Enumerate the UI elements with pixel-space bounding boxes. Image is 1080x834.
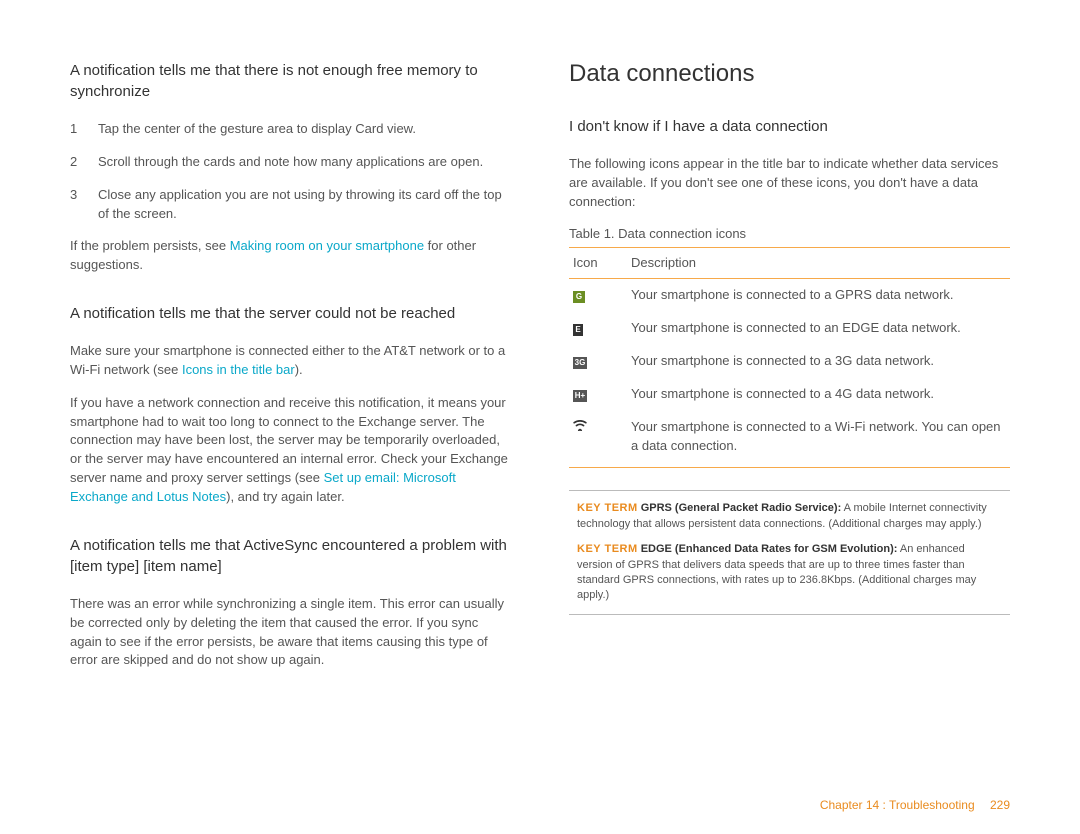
edge-icon: E [573,324,583,336]
section-memory: A notification tells me that there is no… [70,60,511,275]
th-icon: Icon [569,247,627,279]
right-column: Data connections I don't know if I have … [569,60,1010,804]
heading: A notification tells me that there is no… [70,60,511,102]
three-g-icon: 3G [573,357,587,369]
th-desc: Description [627,247,1010,279]
page: A notification tells me that there is no… [0,0,1080,834]
left-column: A notification tells me that there is no… [70,60,511,804]
section-data-connection: I don't know if I have a data connection… [569,116,1010,615]
link-making-room[interactable]: Making room on your smartphone [230,238,424,253]
gprs-icon: G [573,291,585,303]
icons-table: Icon Description G Your smartphone is co… [569,247,1010,469]
heading: I don't know if I have a data connection [569,116,1010,137]
section-activesync: A notification tells me that ActiveSync … [70,535,511,670]
step-number: 3 [70,186,80,224]
list-item: 1 Tap the center of the gesture area to d… [70,120,511,139]
paragraph: The following icons appear in the title … [569,155,1010,212]
cell-desc: Your smartphone is connected to a Wi-Fi … [627,411,1010,468]
step-text: Close any application you are not using … [98,186,511,224]
list-item: 2 Scroll through the cards and note how m… [70,153,511,172]
page-footer: Chapter 14 : Troubleshooting 229 [820,798,1010,812]
page-title: Data connections [569,60,1010,88]
paragraph: If the problem persists, see Making room… [70,237,511,275]
link-icons-titlebar[interactable]: Icons in the title bar [182,362,295,377]
key-term: KEY TERM EDGE (Enhanced Data Rates for G… [577,542,1002,604]
table-row: H+ Your smartphone is connected to a 4G … [569,378,1010,411]
table-row: G Your smartphone is connected to a GPRS… [569,279,1010,312]
key-terms-box: KEY TERM GPRS (General Packet Radio Serv… [569,490,1010,614]
paragraph: Make sure your smartphone is connected e… [70,342,511,380]
step-number: 2 [70,153,80,172]
cell-desc: Your smartphone is connected to a 4G dat… [627,378,1010,411]
key-term: KEY TERM GPRS (General Packet Radio Serv… [577,501,1002,532]
step-number: 1 [70,120,80,139]
list-item: 3 Close any application you are not using… [70,186,511,224]
page-number: 229 [990,798,1010,812]
table-row: E Your smartphone is connected to an EDG… [569,312,1010,345]
heading: A notification tells me that ActiveSync … [70,535,511,577]
table-row: Your smartphone is connected to a Wi-Fi … [569,411,1010,468]
chapter-label: Chapter 14 : Troubleshooting [820,798,975,812]
step-text: Tap the center of the gesture area to di… [98,120,416,139]
heading: A notification tells me that the server … [70,303,511,324]
four-g-icon: H+ [573,390,587,402]
cell-desc: Your smartphone is connected to an EDGE … [627,312,1010,345]
wifi-icon [573,419,587,431]
cell-desc: Your smartphone is connected to a GPRS d… [627,279,1010,312]
section-server: A notification tells me that the server … [70,303,511,507]
cell-desc: Your smartphone is connected to a 3G dat… [627,345,1010,378]
table-caption: Table 1. Data connection icons [569,226,1010,241]
paragraph: If you have a network connection and rec… [70,394,511,507]
steps-list: 1 Tap the center of the gesture area to d… [70,120,511,223]
paragraph: There was an error while synchronizing a… [70,595,511,670]
step-text: Scroll through the cards and note how ma… [98,153,483,172]
table-row: 3G Your smartphone is connected to a 3G … [569,345,1010,378]
